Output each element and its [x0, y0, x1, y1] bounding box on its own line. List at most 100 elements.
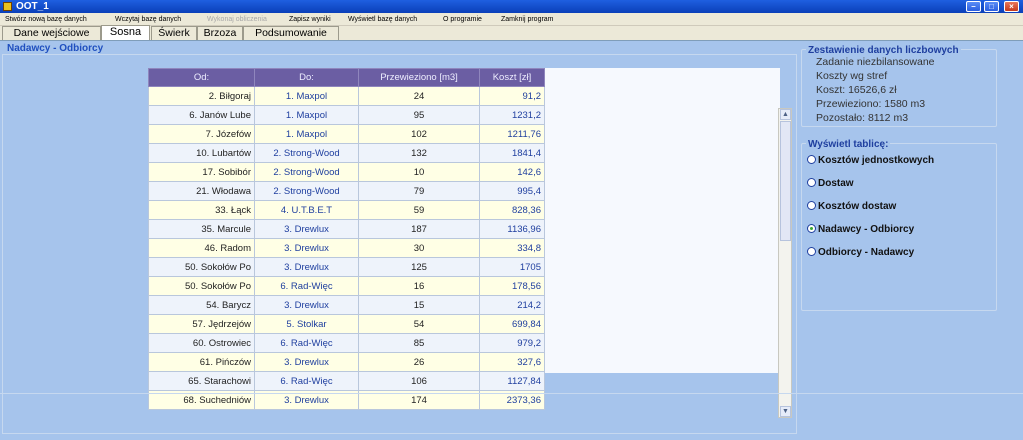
cell-from[interactable]: 60. Ostrowiec: [148, 333, 255, 353]
cell-cost[interactable]: 91,2: [479, 86, 545, 106]
cell-to[interactable]: 6. Rad-Więc: [254, 333, 359, 353]
cell-to[interactable]: 1. Maxpol: [254, 105, 359, 125]
cell-from[interactable]: 57. Jędrzejów: [148, 314, 255, 334]
table-row[interactable]: 50. Sokołów Po 6. Rad-Więc 16 178,56: [148, 276, 545, 296]
column-header-cost[interactable]: Koszt [zł]: [479, 68, 545, 87]
table-row[interactable]: 54. Barycz 3. Drewlux 15 214,2: [148, 295, 545, 315]
cell-cost[interactable]: 214,2: [479, 295, 545, 315]
cell-transported[interactable]: 102: [358, 124, 480, 144]
cell-to[interactable]: 2. Strong-Wood: [254, 181, 359, 201]
cell-from[interactable]: 10. Lubartów: [148, 143, 255, 163]
cell-transported[interactable]: 24: [358, 86, 480, 106]
cell-to[interactable]: 3. Drewlux: [254, 238, 359, 258]
cell-from[interactable]: 50. Sokołów Po: [148, 257, 255, 277]
cell-transported[interactable]: 59: [358, 200, 480, 220]
cell-cost[interactable]: 1127,84: [479, 371, 545, 391]
cell-transported[interactable]: 15: [358, 295, 480, 315]
cell-from[interactable]: 54. Barycz: [148, 295, 255, 315]
tab-input-data[interactable]: Dane wejściowe: [2, 26, 101, 40]
radio-delivery-costs[interactable]: Kosztów dostaw: [807, 200, 896, 212]
menu-item-about[interactable]: O programie: [443, 13, 482, 26]
cell-from[interactable]: 21. Włodawa: [148, 181, 255, 201]
maximize-button[interactable]: □: [984, 1, 999, 12]
cell-transported[interactable]: 26: [358, 352, 480, 372]
radio-deliveries[interactable]: Dostaw: [807, 177, 854, 189]
cell-from[interactable]: 35. Marcule: [148, 219, 255, 239]
cell-from[interactable]: 65. Starachowi: [148, 371, 255, 391]
table-scrollbar[interactable]: ▲ ▼: [778, 108, 792, 418]
cell-to[interactable]: 6. Rad-Więc: [254, 371, 359, 391]
table-row[interactable]: 17. Sobibór 2. Strong-Wood 10 142,6: [148, 162, 545, 182]
cell-from[interactable]: 2. Biłgoraj: [148, 86, 255, 106]
cell-transported[interactable]: 95: [358, 105, 480, 125]
cell-transported[interactable]: 54: [358, 314, 480, 334]
cell-cost[interactable]: 1841,4: [479, 143, 545, 163]
cell-cost[interactable]: 1211,76: [479, 124, 545, 144]
cell-from[interactable]: 6. Janów Lube: [148, 105, 255, 125]
tab-sosna[interactable]: Sosna: [101, 25, 150, 40]
cell-from[interactable]: 50. Sokołów Po: [148, 276, 255, 296]
column-header-transported[interactable]: Przewieziono [m3]: [358, 68, 480, 87]
cell-cost[interactable]: 334,8: [479, 238, 545, 258]
cell-transported[interactable]: 125: [358, 257, 480, 277]
column-header-from[interactable]: Od:: [148, 68, 255, 87]
cell-from[interactable]: 33. Łąck: [148, 200, 255, 220]
tab-swierk[interactable]: Świerk: [151, 26, 197, 40]
radio-unit-costs[interactable]: Kosztów jednostkowych: [807, 154, 934, 166]
cell-cost[interactable]: 1231,2: [479, 105, 545, 125]
cell-from[interactable]: 46. Radom: [148, 238, 255, 258]
cell-cost[interactable]: 828,36: [479, 200, 545, 220]
close-button[interactable]: ×: [1004, 1, 1019, 12]
column-header-to[interactable]: Do:: [254, 68, 359, 87]
cell-to[interactable]: 3. Drewlux: [254, 257, 359, 277]
cell-cost[interactable]: 1136,96: [479, 219, 545, 239]
cell-to[interactable]: 1. Maxpol: [254, 86, 359, 106]
tab-summary[interactable]: Podsumowanie: [243, 26, 339, 40]
radio-receivers-senders[interactable]: Odbiorcy - Nadawcy: [807, 246, 914, 258]
cell-to[interactable]: 4. U.T.B.E.T: [254, 200, 359, 220]
menu-item-calculate[interactable]: Wykonaj obliczenia: [207, 13, 267, 26]
minimize-button[interactable]: –: [966, 1, 981, 12]
cell-cost[interactable]: 979,2: [479, 333, 545, 353]
scroll-up-icon[interactable]: ▲: [780, 109, 791, 120]
cell-from[interactable]: 61. Pińczów: [148, 352, 255, 372]
table-row[interactable]: 10. Lubartów 2. Strong-Wood 132 1841,4: [148, 143, 545, 163]
cell-to[interactable]: 3. Drewlux: [254, 295, 359, 315]
radio-senders-receivers[interactable]: Nadawcy - Odbiorcy: [807, 223, 914, 235]
cell-transported[interactable]: 106: [358, 371, 480, 391]
cell-to[interactable]: 1. Maxpol: [254, 124, 359, 144]
cell-to[interactable]: 2. Strong-Wood: [254, 162, 359, 182]
cell-transported[interactable]: 187: [358, 219, 480, 239]
table-row[interactable]: 57. Jędrzejów 5. Stolkar 54 699,84: [148, 314, 545, 334]
cell-cost[interactable]: 178,56: [479, 276, 545, 296]
table-row[interactable]: 21. Włodawa 2. Strong-Wood 79 995,4: [148, 181, 545, 201]
table-row[interactable]: 65. Starachowi 6. Rad-Więc 106 1127,84: [148, 371, 545, 391]
cell-to[interactable]: 6. Rad-Więc: [254, 276, 359, 296]
scroll-thumb[interactable]: [780, 121, 791, 241]
menu-item-exit[interactable]: Zamknij program: [501, 13, 554, 26]
table-row[interactable]: 46. Radom 3. Drewlux 30 334,8: [148, 238, 545, 258]
cell-cost[interactable]: 142,6: [479, 162, 545, 182]
table-row[interactable]: 6. Janów Lube 1. Maxpol 95 1231,2: [148, 105, 545, 125]
cell-cost[interactable]: 1705: [479, 257, 545, 277]
cell-to[interactable]: 3. Drewlux: [254, 352, 359, 372]
cell-to[interactable]: 3. Drewlux: [254, 219, 359, 239]
cell-cost[interactable]: 699,84: [479, 314, 545, 334]
cell-transported[interactable]: 79: [358, 181, 480, 201]
cell-transported[interactable]: 132: [358, 143, 480, 163]
cell-transported[interactable]: 16: [358, 276, 480, 296]
table-row[interactable]: 7. Józefów 1. Maxpol 102 1211,76: [148, 124, 545, 144]
table-row[interactable]: 61. Pińczów 3. Drewlux 26 327,6: [148, 352, 545, 372]
cell-transported[interactable]: 10: [358, 162, 480, 182]
cell-transported[interactable]: 30: [358, 238, 480, 258]
table-row[interactable]: 2. Biłgoraj 1. Maxpol 24 91,2: [148, 86, 545, 106]
table-row[interactable]: 50. Sokołów Po 3. Drewlux 125 1705: [148, 257, 545, 277]
menu-item-create-db[interactable]: Stwórz nową bazę danych: [5, 13, 87, 26]
cell-from[interactable]: 7. Józefów: [148, 124, 255, 144]
cell-cost[interactable]: 995,4: [479, 181, 545, 201]
menu-item-show-db[interactable]: Wyświetl bazę danych: [348, 13, 417, 26]
tab-brzoza[interactable]: Brzoza: [197, 26, 243, 40]
cell-to[interactable]: 2. Strong-Wood: [254, 143, 359, 163]
table-row[interactable]: 60. Ostrowiec 6. Rad-Więc 85 979,2: [148, 333, 545, 353]
cell-transported[interactable]: 85: [358, 333, 480, 353]
